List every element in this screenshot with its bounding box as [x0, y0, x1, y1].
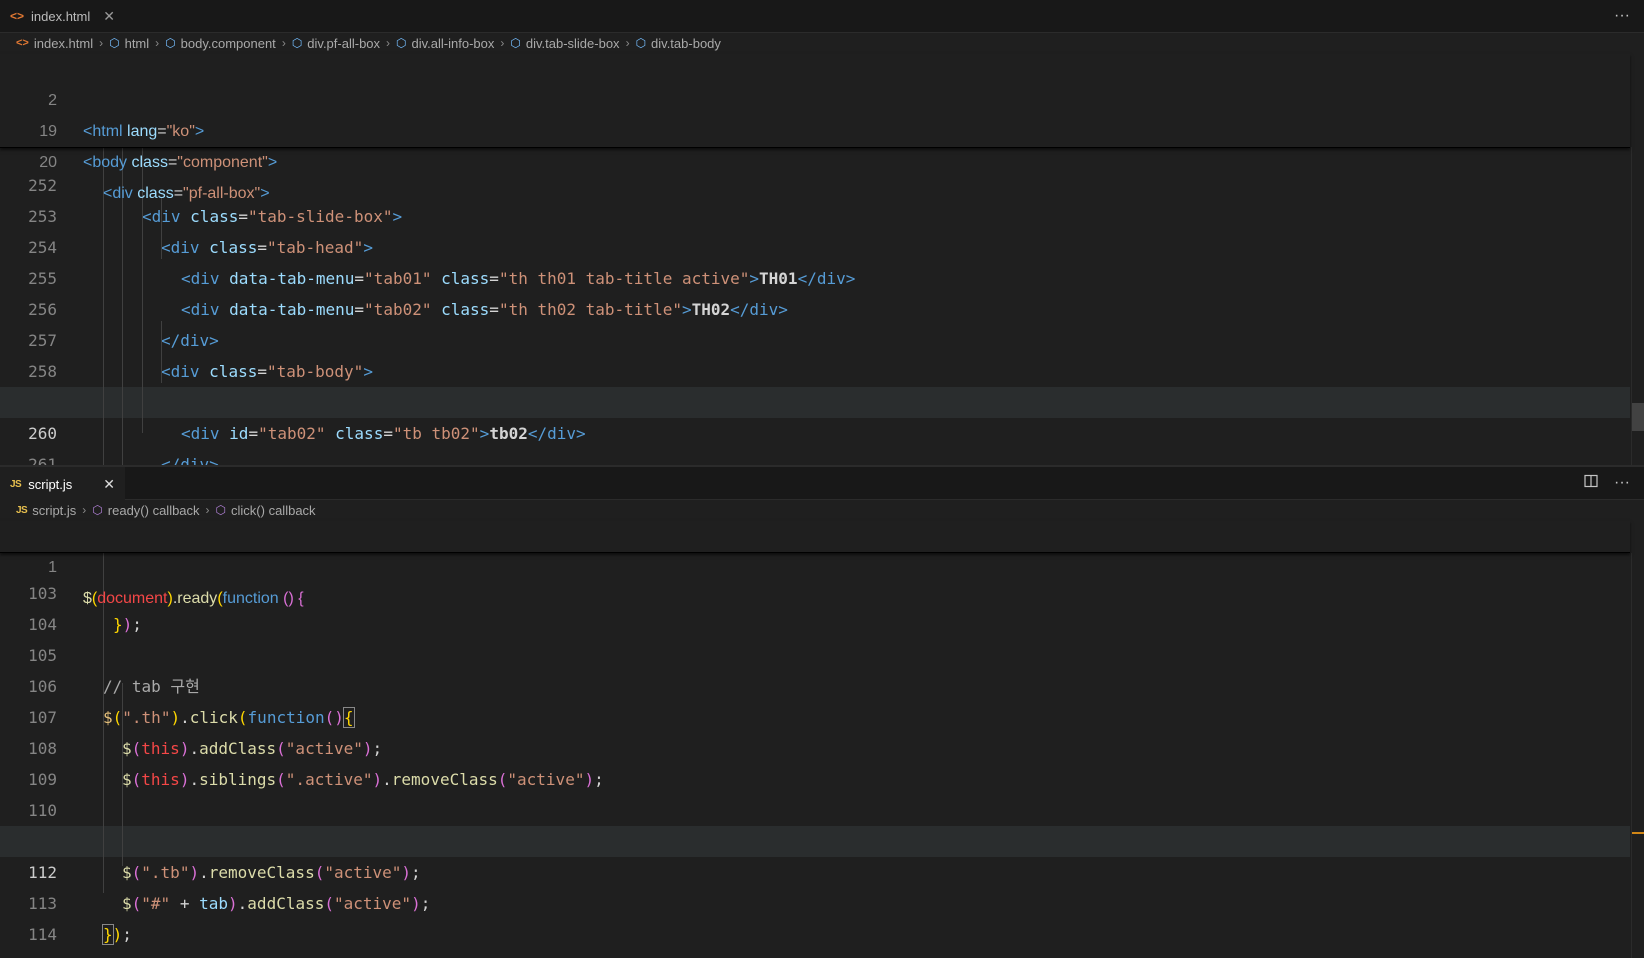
close-icon[interactable]: ✕ [103, 8, 115, 25]
element-icon: ⬡ [109, 36, 120, 50]
line-number: 261 [28, 455, 57, 465]
more-actions-icon[interactable]: ··· [1614, 7, 1630, 25]
code-line[interactable]: 111 $(".tb").removeClass("active"); [0, 795, 1630, 882]
line-number: 115 [0, 950, 57, 958]
js-file-icon: JS [10, 478, 22, 490]
tab-script-js[interactable]: JS script.js ✕ [0, 467, 126, 500]
code-line[interactable]: 109 [0, 733, 1630, 789]
code-text: $(document).ready(function () { [83, 590, 304, 607]
chevron-right-icon: › [281, 36, 286, 50]
code-line[interactable]: 2 <html lang="ko"> [0, 54, 1630, 140]
chevron-right-icon: › [82, 503, 87, 517]
code-line[interactable]: 115 [0, 919, 1630, 958]
vertical-scrollbar[interactable] [1631, 147, 1644, 465]
code-text: <body class="component"> [83, 154, 278, 171]
code-line[interactable]: 256 </div> [0, 263, 1630, 350]
tabbar-actions: ··· [1614, 0, 1630, 32]
js-file-icon: JS [16, 504, 28, 516]
element-icon: ⬡ [635, 36, 647, 50]
chevron-right-icon: › [386, 36, 391, 50]
sticky-scroll[interactable]: 2 <html lang="ko"> 19 <body class="compo… [0, 54, 1630, 202]
code-line[interactable]: 107 $(this).addClass("active"); [0, 671, 1630, 758]
html-file-icon: <> [10, 9, 25, 23]
breadcrumb-item[interactable]: body.component [181, 36, 276, 51]
element-icon: ⬡ [165, 36, 176, 50]
code-line[interactable]: 255 <div data-tab-menu="tab02" class="th… [0, 232, 1630, 319]
breadcrumb-item[interactable]: script.js [32, 503, 76, 518]
close-icon[interactable]: ✕ [103, 476, 115, 493]
breadcrumb-item[interactable]: div.all-info-box [412, 36, 495, 51]
code-line[interactable]: 110 let tab = $(this).attr("data-tab-men… [0, 764, 1630, 851]
line-number: 1 [48, 559, 57, 576]
overview-ruler-marker [1632, 832, 1644, 834]
sticky-scroll[interactable]: 1 $(document).ready(function () { [0, 521, 1630, 607]
tabbar-actions: ··· [1584, 467, 1630, 499]
breadcrumb-item[interactable]: html [125, 36, 150, 51]
tab-index-html[interactable]: <> index.html ✕ [0, 0, 125, 32]
chevron-right-icon: › [99, 36, 104, 50]
code-text: </div> [161, 455, 219, 465]
breadcrumb-item[interactable]: ready() callback [108, 503, 200, 518]
breadcrumb-item[interactable]: index.html [34, 36, 93, 51]
tab-label: index.html [31, 8, 91, 24]
html-file-icon: <> [16, 37, 29, 49]
chevron-right-icon: › [205, 503, 210, 517]
code-line[interactable]: 257 <div class="tab-body"> [0, 294, 1630, 381]
indent-guide [161, 321, 162, 383]
element-icon: ⬡ [510, 36, 521, 50]
code-line[interactable]: 259 <div id="tab02" class="tb tb02">tb02… [0, 356, 1630, 443]
scrollbar-thumb[interactable] [1632, 403, 1644, 431]
code-text: }); [83, 950, 112, 958]
element-icon: ⬡ [291, 36, 303, 50]
breadcrumb-item[interactable]: div.pf-all-box [307, 36, 380, 51]
current-code-line[interactable]: 112 $("#" + tab).addClass("active"); [0, 826, 1630, 913]
indent-guide [122, 683, 123, 866]
line-number: 20 [39, 154, 57, 171]
js-editor-tabbar: JS script.js ✕ ··· [0, 467, 1644, 500]
element-icon: ⬡ [396, 36, 407, 50]
code-line[interactable]: 258 <div id="tab01" class="tb tb01 activ… [0, 325, 1630, 412]
code-line[interactable]: 261 </div> [0, 418, 1630, 465]
breadcrumb: <> index.html › ⬡ html › ⬡ body.componen… [16, 32, 721, 54]
breadcrumb: JS script.js › ⬡ ready() callback › ⬡ cl… [16, 499, 316, 521]
current-code-line[interactable]: 260 </div> [0, 387, 1630, 465]
breadcrumb-item[interactable]: div.tab-body [651, 36, 721, 51]
breadcrumb-item[interactable]: div.tab-slide-box [526, 36, 620, 51]
split-editor-icon[interactable] [1584, 474, 1598, 493]
vertical-scrollbar[interactable] [1631, 553, 1644, 958]
code-line[interactable]: 19 <body class="component"> [0, 85, 1630, 171]
code-line[interactable]: 20 <div class="pf-all-box"> [0, 116, 1630, 202]
js-editor-group: JS script.js ✕ ··· JS script.js › ⬡ read… [0, 467, 1644, 958]
more-actions-icon[interactable]: ··· [1614, 474, 1630, 492]
chevron-right-icon: › [625, 36, 630, 50]
code-line[interactable]: 114 }); [0, 888, 1630, 958]
code-line[interactable]: 103 }); [0, 553, 1630, 634]
html-editor-group: <> index.html ✕ ··· <> index.html › ⬡ ht… [0, 0, 1644, 466]
function-icon: ⬡ [215, 503, 227, 517]
html-editor-tabbar: <> index.html ✕ ··· [0, 0, 1644, 33]
code-line[interactable]: 106 $(".th").click(function(){ [0, 640, 1630, 728]
chevron-right-icon: › [500, 36, 505, 50]
code-line[interactable]: 1 $(document).ready(function () { [0, 521, 1630, 607]
code-line[interactable]: 113 }); [0, 857, 1630, 945]
function-icon: ⬡ [92, 503, 103, 517]
tab-label: script.js [28, 476, 73, 492]
chevron-right-icon: › [155, 36, 160, 50]
breadcrumb-item[interactable]: click() callback [231, 503, 316, 518]
code-line[interactable]: 108 $(this).siblings(".active").removeCl… [0, 702, 1630, 789]
code-text: <div class="pf-all-box"> [103, 185, 270, 202]
